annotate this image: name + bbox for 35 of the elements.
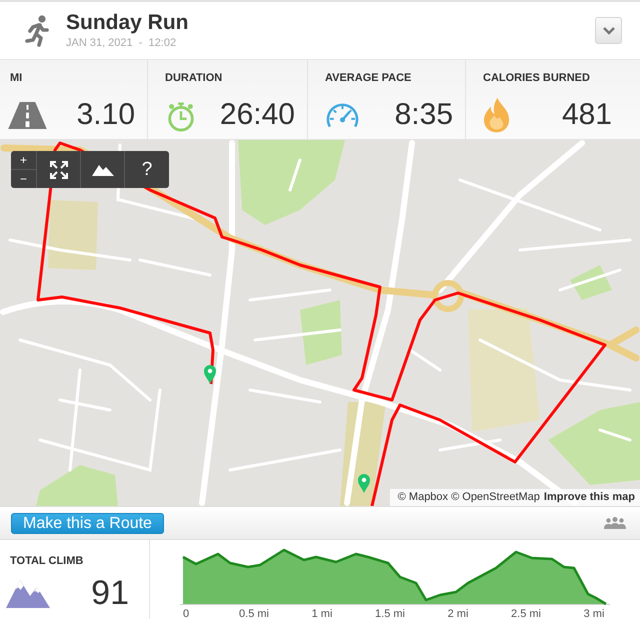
mountains-icon (6, 578, 50, 608)
road-icon (8, 102, 47, 128)
improve-map-link[interactable]: Improve this map (544, 491, 635, 504)
chevron-down-icon (602, 26, 616, 35)
expand-icon (48, 160, 68, 180)
activity-title: Sunday Run (66, 11, 189, 35)
stat-value: 8:35 (394, 98, 453, 132)
mountain-icon (92, 164, 114, 176)
help-button[interactable]: ? (125, 151, 169, 188)
stat-label: CALORIES BURNED (483, 72, 591, 84)
stat-value: 3.10 (76, 98, 135, 132)
map-pin-icon (358, 474, 370, 493)
axis-label: 2.5 mi (511, 608, 541, 619)
zoom-out-button[interactable]: − (11, 170, 36, 188)
people-icon[interactable] (604, 517, 626, 529)
runner-icon (24, 14, 50, 46)
stat-value: 26:40 (220, 98, 295, 132)
flame-icon (483, 97, 510, 133)
attribution-text: © Mapbox © OpenStreetMap (398, 491, 540, 504)
axis-label: 2 mi (448, 608, 468, 619)
dropdown-button[interactable] (595, 17, 622, 44)
climb-value: 91 (91, 573, 129, 613)
axis-label: 0 (182, 608, 190, 619)
axis-label: 3 mi (584, 608, 604, 619)
climb-label: TOTAL CLIMB (10, 555, 84, 567)
stat-label: AVERAGE PACE (325, 72, 412, 84)
axis-label: 0.5 mi (239, 608, 269, 619)
stat-label: DURATION (165, 72, 224, 84)
stat-label: MI (10, 72, 24, 84)
axis-label: 1 mi (312, 608, 332, 619)
axis-label: 1.5 mi (375, 608, 405, 619)
activity-datetime: JAN 31, 2021 - 12:02 (66, 36, 178, 50)
map-pin-icon (204, 365, 216, 384)
stat-value: 481 (562, 98, 612, 132)
zoom-in-button[interactable]: + (11, 151, 36, 170)
